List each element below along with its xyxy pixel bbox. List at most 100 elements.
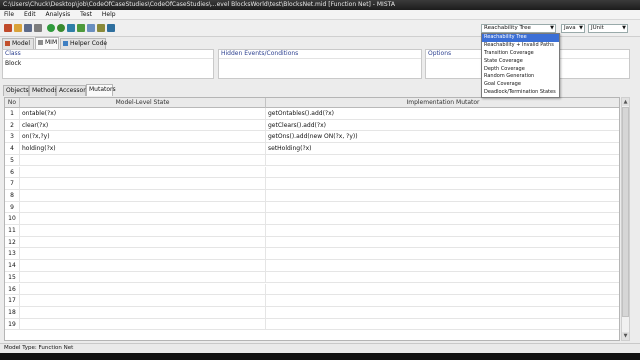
mutator-cell[interactable]: [266, 178, 619, 190]
mutator-cell[interactable]: getOntables().add(?x): [266, 108, 619, 120]
table-row[interactable]: 15: [5, 271, 619, 284]
table-row[interactable]: 4 holding(?x) setHolding(?x): [5, 143, 619, 155]
scroll-up-icon[interactable]: ▲: [622, 98, 629, 106]
table-row[interactable]: 1 ontable(?x) getOntables().add(?x): [5, 108, 619, 120]
table-row[interactable]: 2 clear(?x) getClears().add(?x): [5, 119, 619, 132]
mutator-cell[interactable]: [266, 155, 619, 167]
model-state-cell[interactable]: [20, 236, 266, 249]
coverage-option[interactable]: Reachability Tree: [482, 34, 559, 42]
mutator-cell[interactable]: [266, 202, 619, 214]
model-state-cell[interactable]: clear(?x): [20, 119, 266, 132]
mutator-cell[interactable]: [266, 248, 619, 260]
table-row[interactable]: 6: [5, 166, 619, 179]
tab-mim[interactable]: MIM: [35, 37, 59, 49]
table-row[interactable]: 12: [5, 236, 619, 249]
code-icon[interactable]: [107, 24, 115, 32]
tab-accessors[interactable]: Accessors: [56, 85, 89, 96]
mutator-cell[interactable]: [266, 284, 619, 296]
model-state-cell[interactable]: holding(?x): [20, 143, 266, 155]
tab-mutators[interactable]: Mutators: [86, 84, 116, 96]
table-row[interactable]: 10: [5, 213, 619, 225]
coverage-option[interactable]: Goal Coverage: [482, 81, 559, 89]
print-icon[interactable]: [34, 24, 42, 32]
model-state-cell[interactable]: ontable(?x): [20, 108, 266, 120]
model-state-cell[interactable]: [20, 260, 266, 272]
model-state-cell[interactable]: [20, 225, 266, 237]
table-row[interactable]: 13: [5, 248, 619, 261]
table-row[interactable]: 5: [5, 154, 619, 167]
mutator-cell[interactable]: getOns().add(new ON(?x, ?y)): [266, 131, 619, 143]
mutator-cell[interactable]: [266, 237, 619, 249]
run-icon[interactable]: [47, 24, 55, 32]
table-row[interactable]: 9: [5, 201, 619, 214]
menu-test[interactable]: Test: [76, 10, 96, 20]
model-state-cell[interactable]: [20, 248, 266, 261]
table-row[interactable]: 19: [5, 318, 619, 331]
mutator-cell[interactable]: [266, 225, 619, 237]
mutator-cell[interactable]: [266, 190, 619, 202]
model-state-cell[interactable]: [20, 213, 266, 225]
model-state-cell[interactable]: [20, 295, 266, 307]
coverage-option[interactable]: Transition Coverage: [482, 50, 559, 58]
model-state-cell[interactable]: [20, 189, 266, 202]
analyze-icon[interactable]: [67, 24, 75, 32]
model-state-cell[interactable]: [20, 201, 266, 214]
mutator-cell[interactable]: [266, 167, 619, 179]
tab-helper-code[interactable]: Helper Code: [60, 38, 107, 49]
language-select[interactable]: Java ▼: [561, 24, 585, 33]
model-state-cell[interactable]: [20, 154, 266, 167]
table-row[interactable]: 18: [5, 306, 619, 319]
save-icon[interactable]: [24, 24, 32, 32]
menu-file[interactable]: File: [0, 10, 18, 20]
new-file-icon[interactable]: [4, 24, 12, 32]
coverage-select[interactable]: Reachability Tree ▼: [481, 24, 556, 33]
export-icon[interactable]: [87, 24, 95, 32]
table-row[interactable]: 7: [5, 178, 619, 190]
menu-help[interactable]: Help: [98, 10, 120, 20]
mutator-cell[interactable]: [266, 272, 619, 284]
framework-select[interactable]: JUnit ▼: [588, 24, 628, 33]
generate-tests-icon[interactable]: [77, 24, 85, 32]
coverage-option[interactable]: Depth Coverage: [482, 66, 559, 74]
table-row[interactable]: 17: [5, 295, 619, 307]
coverage-option[interactable]: State Coverage: [482, 58, 559, 66]
tab-objects[interactable]: Objects: [3, 85, 29, 96]
model-state-cell[interactable]: [20, 166, 266, 179]
column-header-model-state[interactable]: Model-Level State: [20, 98, 266, 108]
table-row[interactable]: 3 on(?x,?y) getOns().add(new ON(?x, ?y)): [5, 131, 619, 144]
mutator-cell[interactable]: [266, 260, 619, 272]
coverage-option[interactable]: Deadlock/Termination States: [482, 89, 559, 97]
model-state-cell[interactable]: [20, 283, 266, 296]
model-state-cell[interactable]: [20, 178, 266, 190]
model-state-cell[interactable]: on(?x,?y): [20, 131, 266, 144]
table-row[interactable]: 11: [5, 225, 619, 237]
class-value[interactable]: Block: [3, 59, 213, 69]
mutator-cell[interactable]: getClears().add(?x): [266, 120, 619, 132]
table-row[interactable]: 16: [5, 283, 619, 296]
model-state-cell[interactable]: [20, 271, 266, 284]
open-folder-icon[interactable]: [14, 24, 22, 32]
column-header-mutator[interactable]: Implementation Mutator: [266, 98, 619, 108]
model-state-cell[interactable]: [20, 306, 266, 319]
coverage-option[interactable]: Random Generation: [482, 73, 559, 81]
mutator-cell[interactable]: [266, 213, 619, 225]
model-state-cell[interactable]: [20, 318, 266, 331]
table-row[interactable]: 14: [5, 260, 619, 272]
table-scrollbar[interactable]: ▲ ▼: [621, 97, 630, 341]
menu-edit[interactable]: Edit: [20, 10, 40, 20]
coverage-option[interactable]: Reachability + Invalid Paths: [482, 42, 559, 50]
check-icon[interactable]: [57, 24, 65, 32]
menu-analysis[interactable]: Analysis: [42, 10, 75, 20]
tab-model[interactable]: Model: [2, 38, 34, 49]
column-header-no[interactable]: No: [5, 98, 20, 108]
menu-bar: File Edit Analysis Test Help: [0, 10, 640, 20]
mutator-cell[interactable]: [266, 319, 619, 331]
mutator-cell[interactable]: [266, 307, 619, 319]
table-row[interactable]: 8: [5, 189, 619, 202]
mutator-cell[interactable]: setHolding(?x): [266, 143, 619, 155]
scroll-down-icon[interactable]: ▼: [622, 332, 629, 340]
settings-icon[interactable]: [97, 24, 105, 32]
mutator-cell[interactable]: [266, 295, 619, 307]
scroll-thumb[interactable]: [622, 107, 629, 317]
tab-methods[interactable]: Methods: [29, 85, 58, 96]
